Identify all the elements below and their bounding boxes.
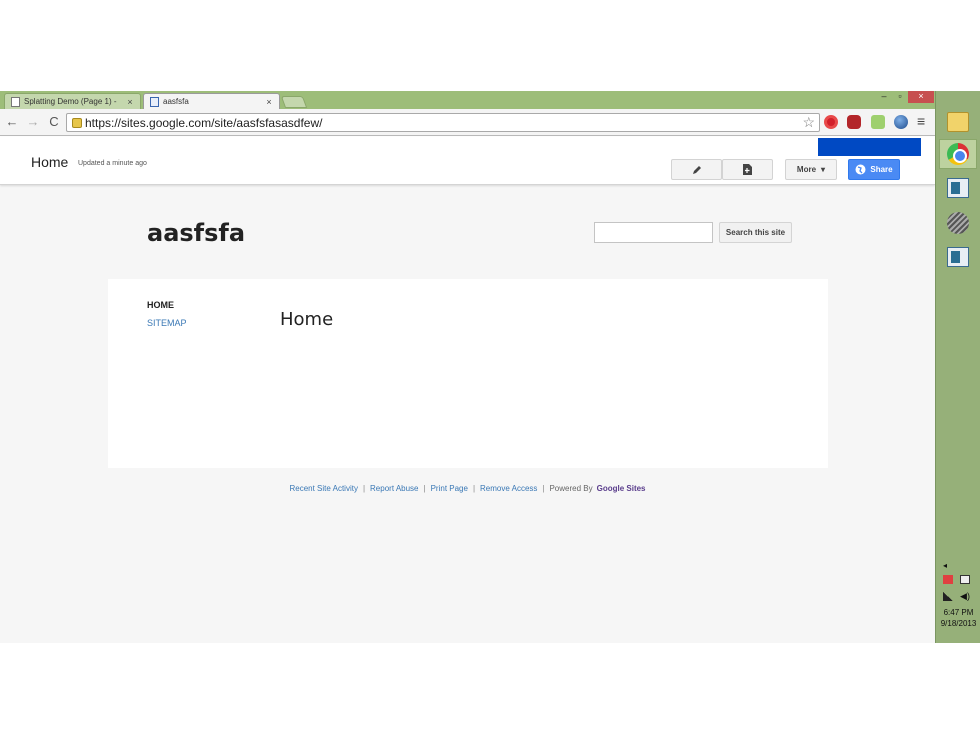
bookmark-star-icon[interactable]: ☆	[802, 114, 815, 131]
tab-label: Splatting Demo (Page 1) -	[24, 97, 117, 106]
new-page-button[interactable]	[722, 159, 773, 180]
clock-date[interactable]: 9/18/2013	[936, 619, 980, 628]
taskbar-app-window[interactable]	[939, 173, 977, 203]
document-icon	[11, 96, 20, 107]
screenshot-canvas: Splatting Demo (Page 1) - × aasfsfa × – …	[0, 0, 980, 735]
more-menu-button[interactable]: More ▾	[785, 159, 837, 180]
minimize-button[interactable]: –	[876, 91, 892, 103]
taskbar-app-window-2[interactable]	[939, 242, 977, 272]
site-name[interactable]: aasfsfa	[147, 219, 245, 247]
page-title: Home	[31, 154, 69, 170]
footer-separator: |	[362, 484, 366, 493]
more-label: More	[796, 165, 817, 174]
new-page-icon	[743, 164, 752, 175]
show-hidden-icons-icon[interactable]: ◂	[943, 561, 947, 570]
close-tab-icon[interactable]: ×	[263, 97, 275, 107]
opera-icon[interactable]	[824, 115, 838, 129]
chrome-icon	[947, 143, 969, 165]
network-signal-icon[interactable]	[943, 592, 953, 601]
footer-link-print-page[interactable]: Print Page	[431, 484, 468, 493]
google-sites-icon	[150, 96, 159, 107]
footer-link-recent-activity[interactable]: Recent Site Activity	[289, 484, 357, 493]
back-arrow-icon[interactable]: ←	[4, 114, 20, 130]
windows-taskbar: ◂ ◀) 6:47 PM 9/18/2013	[935, 91, 980, 643]
taskbar-chrome[interactable]	[939, 139, 977, 169]
close-window-button[interactable]: ×	[908, 91, 934, 103]
url-text[interactable]: https://sites.google.com/site/aasfsfasas…	[85, 116, 322, 130]
edit-page-button[interactable]	[671, 159, 722, 180]
share-label: Share	[870, 165, 893, 174]
sites-header: Home Updated a minute ago More ▾ Share	[0, 137, 935, 185]
power-icon[interactable]	[960, 575, 970, 584]
chrome-menu-icon[interactable]: ≡	[917, 113, 925, 129]
footer-separator: |	[472, 484, 476, 493]
forward-arrow-icon[interactable]: →	[25, 114, 41, 130]
tab-aasfsfa[interactable]: aasfsfa ×	[143, 93, 280, 109]
footer-separator: |	[542, 484, 545, 493]
file-explorer-icon	[947, 112, 969, 132]
taskbar-app-orb[interactable]	[939, 208, 977, 238]
google-sites-link[interactable]: Google Sites	[597, 484, 646, 493]
clock-time[interactable]: 6:47 PM	[936, 608, 980, 617]
lock-icon	[72, 117, 82, 128]
action-center-flag-icon[interactable]	[943, 575, 953, 584]
footer-separator: |	[423, 484, 426, 493]
green-extension-icon[interactable]	[871, 115, 885, 129]
account-bar	[818, 138, 921, 156]
sites-page: Home Updated a minute ago More ▾ Share a…	[0, 137, 935, 643]
window-app-icon	[947, 178, 969, 198]
content-area: HOME SITEMAP Home	[108, 279, 828, 468]
powered-by-label: Powered By	[549, 484, 593, 493]
site-footer: Recent Site Activity | Report Abuse | Print …	[0, 484, 935, 493]
site-search-input[interactable]	[594, 222, 713, 243]
sidebar-item-sitemap[interactable]: SITEMAP	[147, 318, 187, 328]
red-extension-icon[interactable]	[847, 115, 861, 129]
window-app-icon	[947, 247, 969, 267]
address-bar[interactable]: https://sites.google.com/site/aasfsfasas…	[66, 113, 820, 132]
share-button[interactable]: Share	[848, 159, 900, 180]
new-tab-button[interactable]	[280, 96, 308, 108]
browser-toolbar: ← → C https://sites.google.com/site/aasf…	[0, 109, 935, 136]
volume-icon[interactable]: ◀)	[960, 592, 970, 601]
tab-label: aasfsfa	[163, 97, 189, 106]
caret-down-icon: ▾	[821, 165, 826, 174]
footer-link-remove-access[interactable]: Remove Access	[480, 484, 537, 493]
close-tab-icon[interactable]: ×	[124, 97, 136, 107]
tab-strip: Splatting Demo (Page 1) - × aasfsfa × – …	[0, 91, 935, 109]
restore-button[interactable]: ▫	[892, 91, 908, 103]
sidebar-item-home[interactable]: HOME	[147, 300, 174, 310]
footer-link-report-abuse[interactable]: Report Abuse	[370, 484, 418, 493]
reload-icon[interactable]: C	[46, 114, 62, 130]
tab-splatting-demo[interactable]: Splatting Demo (Page 1) - ×	[4, 93, 141, 109]
pencil-icon	[692, 165, 701, 174]
orb-app-icon	[947, 212, 969, 234]
content-heading: Home	[280, 309, 334, 330]
desktop-screen: Splatting Demo (Page 1) - × aasfsfa × – …	[0, 91, 980, 643]
updated-status: Updated a minute ago	[78, 160, 147, 167]
search-site-button[interactable]: Search this site	[719, 222, 792, 243]
taskbar-file-explorer[interactable]	[939, 107, 977, 137]
globe-icon[interactable]	[894, 115, 908, 129]
chrome-window: Splatting Demo (Page 1) - × aasfsfa × – …	[0, 91, 935, 643]
globe-icon	[855, 164, 866, 175]
